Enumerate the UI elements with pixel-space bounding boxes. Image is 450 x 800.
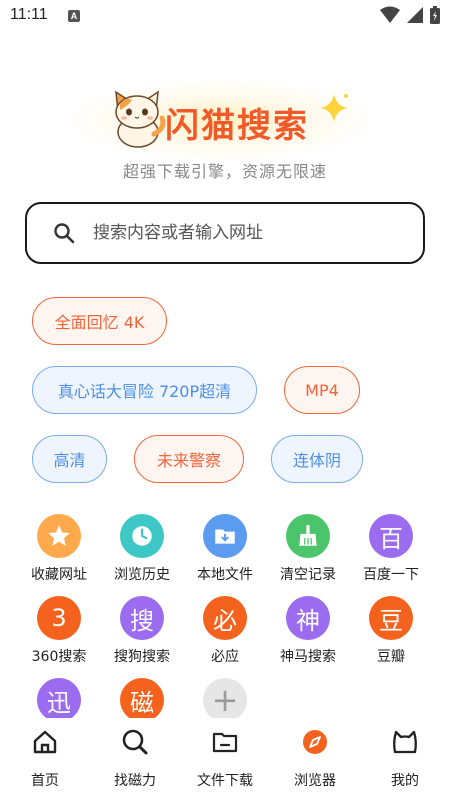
shortcut-label: 神马搜索 — [280, 649, 336, 665]
douban-icon: 豆 — [369, 596, 413, 640]
cat-profile-icon — [393, 730, 417, 754]
wifi-icon — [380, 6, 400, 23]
nav-label: 浏览器 — [294, 773, 336, 789]
nav-label: 我的 — [391, 773, 419, 789]
hot-tag-label: 未来警察 — [156, 451, 221, 470]
folder-icon — [212, 732, 238, 753]
nav-label: 首页 — [31, 773, 59, 789]
hot-tag[interactable]: 未来警察 — [134, 435, 244, 483]
magnet-search-icon — [122, 729, 148, 755]
ci-icon: 磁 — [120, 678, 164, 718]
hot-tag[interactable]: MP4 — [284, 366, 360, 414]
clock-icon — [120, 514, 164, 558]
nav-label: 找磁力 — [114, 773, 156, 789]
hot-tag[interactable]: 连体阴 — [271, 435, 363, 483]
brand-title: 闪猫搜索 — [165, 106, 309, 146]
hero-section: 闪猫搜索 超强下载引擎，资源无限速 — [0, 70, 450, 181]
shortcut-label: 浏览历史 — [114, 567, 170, 583]
shortcut-xun[interactable]: 迅 — [18, 678, 100, 718]
shortcut-sogou[interactable]: 搜 搜狗搜索 — [101, 596, 183, 672]
broom-icon — [286, 514, 330, 558]
shortcut-add[interactable]: + — [184, 678, 266, 718]
hot-tag[interactable]: 高清 — [32, 435, 107, 483]
search-input[interactable] — [93, 204, 403, 261]
shortcut-favorites[interactable]: 收藏网址 — [18, 514, 100, 590]
shortcut-label: 本地文件 — [197, 567, 253, 583]
shortcut-shenma[interactable]: 神 神马搜索 — [267, 596, 349, 672]
signal-icon — [407, 7, 423, 23]
search-box[interactable] — [25, 202, 425, 264]
bottom-nav: 首页 找磁力 文件下载 浏览器 我的 — [0, 718, 450, 800]
bing-icon: 必 — [203, 596, 247, 640]
shortcut-baidu[interactable]: 百 百度一下 — [350, 514, 432, 590]
home-icon — [33, 730, 57, 754]
shortcut-label: 百度一下 — [363, 567, 419, 583]
hot-tag[interactable]: 全面回忆 4K — [32, 297, 167, 345]
nav-label: 文件下载 — [197, 773, 253, 789]
hot-tag-label: 全面回忆 4K — [54, 313, 145, 332]
status-time: 11:11 — [10, 6, 48, 23]
sparkle-icon — [320, 94, 348, 122]
battery-icon — [430, 6, 440, 24]
cat-mascot-icon — [115, 90, 166, 148]
shortcut-label: 必应 — [211, 649, 239, 665]
hot-tag[interactable]: 真心话大冒险 720P超清 — [32, 366, 257, 414]
nav-home[interactable]: 首页 — [0, 728, 90, 798]
hot-tag-label: 真心话大冒险 720P超清 — [57, 382, 232, 401]
shortcut-local-files[interactable]: 本地文件 — [184, 514, 266, 590]
notification-a-icon: A — [68, 10, 80, 22]
browser-compass-icon — [303, 730, 327, 754]
slogan: 超强下载引擎，资源无限速 — [122, 162, 327, 181]
shortcut-label: 清空记录 — [280, 567, 336, 583]
nav-magnet-search[interactable]: 找磁力 — [90, 728, 180, 798]
status-icons — [380, 6, 440, 24]
hot-tag-label: 连体阴 — [292, 451, 341, 470]
folder-download-icon — [203, 514, 247, 558]
shortcut-douban[interactable]: 豆 豆瓣 — [350, 596, 432, 672]
360-icon: 3 — [37, 596, 81, 640]
shortcut-ci[interactable]: 磁 — [101, 678, 183, 718]
shortcut-label: 豆瓣 — [377, 649, 405, 665]
status-bar: 11:11 A — [0, 0, 450, 32]
nav-browser[interactable]: 浏览器 — [270, 728, 360, 798]
shortcut-clear-records[interactable]: 清空记录 — [267, 514, 349, 590]
baidu-icon: 百 — [369, 514, 413, 558]
hot-tag-label: MP4 — [305, 380, 339, 400]
add-icon: + — [203, 678, 247, 718]
nav-file-download[interactable]: 文件下载 — [180, 728, 270, 798]
search-icon[interactable] — [53, 222, 75, 244]
shortcut-label: 搜狗搜索 — [114, 649, 170, 665]
shortcut-label: 360搜索 — [31, 649, 87, 665]
xun-icon: 迅 — [37, 678, 81, 718]
star-icon — [37, 514, 81, 558]
shortcut-360[interactable]: 3 360搜索 — [18, 596, 100, 672]
shortcut-history[interactable]: 浏览历史 — [101, 514, 183, 590]
hot-tag-label: 高清 — [53, 451, 86, 470]
nav-mine[interactable]: 我的 — [360, 728, 450, 798]
shenma-icon: 神 — [286, 596, 330, 640]
shortcut-label: 收藏网址 — [31, 567, 87, 583]
shortcut-bing[interactable]: 必 必应 — [184, 596, 266, 672]
sogou-icon: 搜 — [120, 596, 164, 640]
